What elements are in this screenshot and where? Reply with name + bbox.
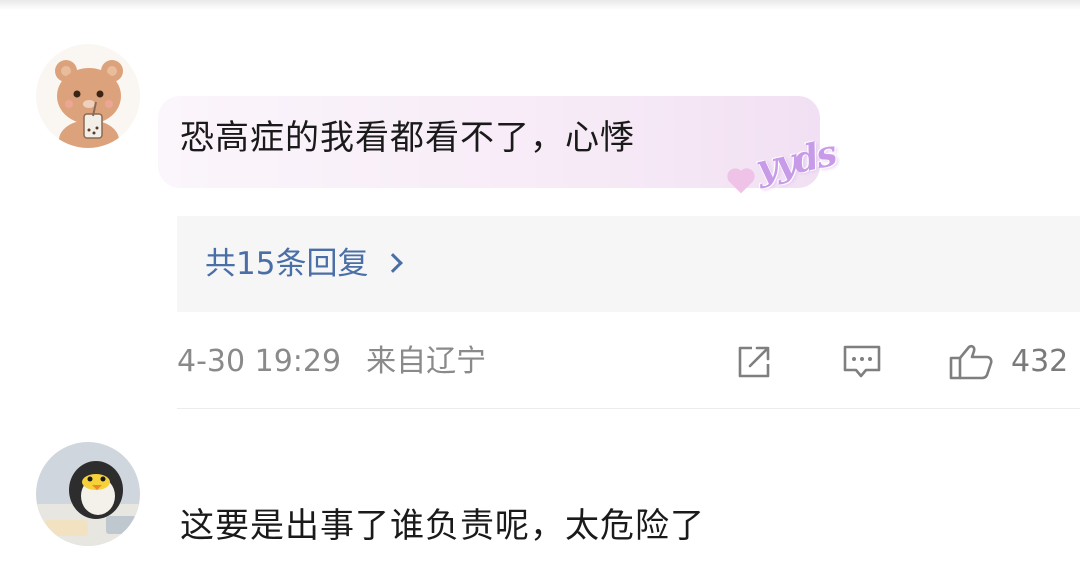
comment-meta-row: 4-30 19:29 来自辽宁 432 (177, 340, 1080, 384)
teddy-bear-avatar-icon[interactable] (36, 44, 140, 148)
penguin-avatar-icon[interactable] (36, 442, 140, 546)
comment-icon[interactable] (842, 344, 882, 380)
comment-item: 恐高症的我看都看不了，心悸 yyds 共15条回复 4-30 19:29 来自辽… (0, 0, 1080, 410)
comment-text: 这要是出事了谁负责呢，太危险了 (180, 506, 705, 546)
comment-item: 这要是出事了谁负责呢，太危险了 (0, 410, 1080, 579)
thumbs-up-icon[interactable] (949, 344, 995, 380)
replies-panel[interactable]: 共15条回复 (177, 216, 1080, 312)
comment-location: 来自辽宁 (366, 344, 487, 379)
share-icon[interactable] (734, 344, 774, 380)
comment-text: 恐高症的我看都看不了，心悸 (180, 118, 635, 158)
comment-divider (177, 408, 1080, 409)
view-replies-link[interactable]: 共15条回复 (205, 242, 404, 286)
replies-count-label: 共15条回复 (205, 246, 369, 282)
heart-icon (729, 170, 753, 194)
chevron-right-icon (383, 253, 404, 273)
comment-timestamp: 4-30 19:29 (177, 344, 342, 379)
comment-meta: 4-30 19:29 来自辽宁 (177, 340, 486, 384)
like-count: 432 (1011, 344, 1069, 379)
